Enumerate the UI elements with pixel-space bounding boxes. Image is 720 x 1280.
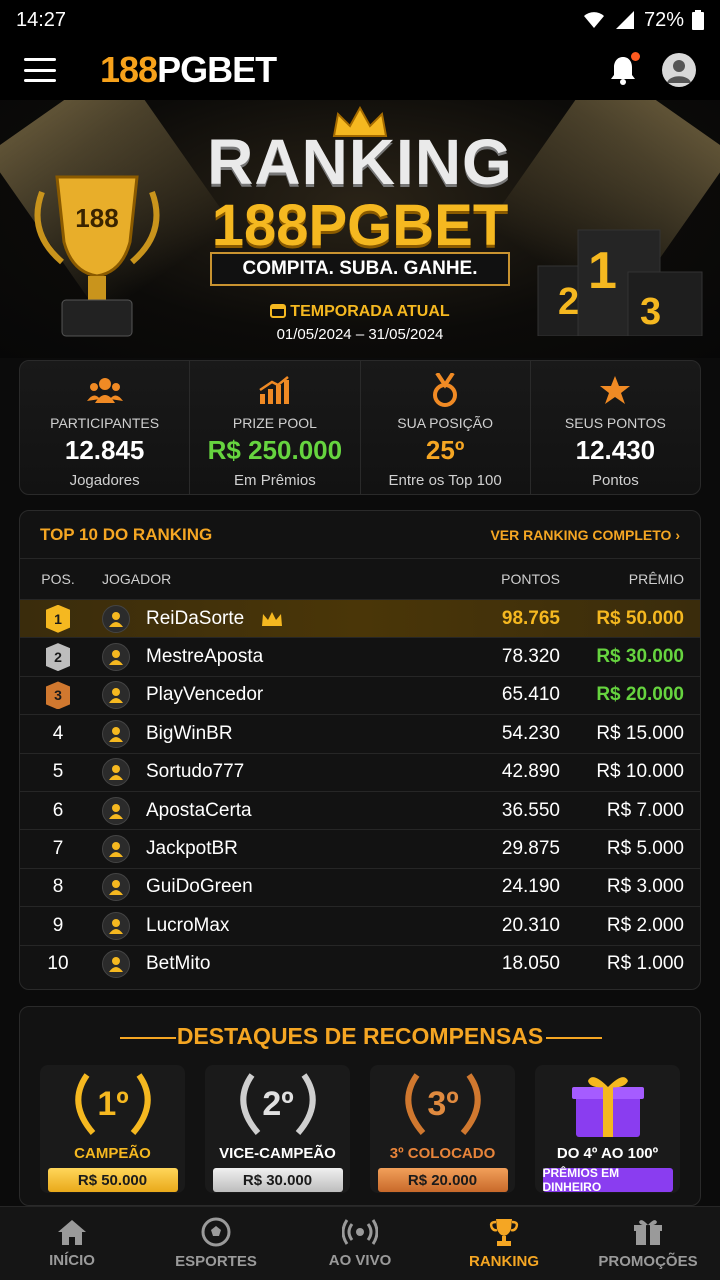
table-row[interactable]: 7 JackpotBR 29.875 R$ 5.000 (20, 829, 700, 867)
ranking-header: TOP 10 DO RANKING VER RANKING COMPLETO › (20, 511, 700, 559)
ranking-table: TOP 10 DO RANKING VER RANKING COMPLETO ›… (19, 510, 701, 990)
status-time: 14:27 (16, 8, 67, 31)
gift-box-icon (571, 1077, 644, 1137)
status-icons: 72% (582, 9, 704, 32)
chevron-right-icon: › (675, 526, 680, 543)
reward-card-first[interactable]: 1º CAMPEÃO R$ 50.000 (40, 1065, 185, 1193)
home-icon (58, 1220, 86, 1245)
table-row[interactable]: 8 GuiDoGreen 24.190 R$ 3.000 (20, 867, 700, 906)
reward-card-rest[interactable]: DO 4º AO 100º PRÊMIOS EM DINHEIRO (535, 1065, 680, 1194)
battery-percent: 72% (643, 8, 684, 31)
bronze-medal-icon: 3 (46, 681, 70, 710)
notification-dot (631, 52, 640, 61)
svg-text:188: 188 (75, 203, 118, 233)
svg-text:1: 1 (588, 242, 617, 300)
nav-promotions[interactable]: PROMOÇÕES (576, 1207, 720, 1280)
logo[interactable]: 188PGBET (100, 49, 277, 91)
svg-text:1º: 1º (97, 1085, 128, 1123)
calendar-icon (270, 304, 287, 318)
stat-prize-pool: PRIZE POOL R$ 250.000 Em Prêmios (190, 361, 361, 494)
player-avatar-icon (102, 758, 130, 787)
table-row[interactable]: 10 BetMito 18.050 R$ 1.000 (20, 944, 700, 983)
medal-icon (433, 373, 458, 407)
svg-text:3: 3 (640, 291, 661, 333)
player-avatar-icon (102, 835, 130, 864)
user-avatar-icon[interactable] (662, 53, 696, 87)
podium-icon: 2 1 3 (537, 229, 703, 336)
hero-slogan: COMPITA. SUBA. GANHE. (210, 252, 510, 286)
laurel-bronze-icon: 3º (404, 1073, 481, 1135)
live-icon (342, 1219, 378, 1245)
view-full-ranking-link[interactable]: VER RANKING COMPLETO › (490, 527, 680, 543)
svg-text:2: 2 (558, 281, 579, 323)
reward-card-second[interactable]: 2º VICE-CAMPEÃO R$ 30.000 (205, 1065, 350, 1193)
bottom-navigation: INÍCIO ESPORTES AO VIVO RANKING PROMOÇÕE… (0, 1206, 720, 1280)
stat-your-points: SEUS PONTOS 12.430 Pontos (531, 361, 700, 494)
star-icon (600, 376, 631, 404)
gift-icon (634, 1220, 662, 1245)
nav-ranking[interactable]: RANKING (432, 1207, 576, 1280)
svg-text:2º: 2º (262, 1085, 293, 1123)
player-avatar-icon (102, 950, 130, 979)
nav-sports[interactable]: ESPORTES (144, 1207, 288, 1280)
signal-icon (615, 11, 634, 29)
table-row[interactable]: 9 LucroMax 20.310 R$ 2.000 (20, 906, 700, 944)
player-avatar-icon (102, 604, 130, 633)
player-avatar-icon (102, 873, 130, 902)
table-row[interactable]: 2 MestreAposta 78.320 R$ 30.000 (20, 637, 700, 675)
player-avatar-icon (102, 643, 130, 672)
player-avatar-icon (102, 719, 130, 748)
svg-text:3º: 3º (427, 1085, 458, 1123)
gold-medal-icon: 1 (46, 604, 70, 633)
player-avatar-icon (102, 681, 130, 710)
player-avatar-icon (102, 796, 130, 825)
stat-your-position: SUA POSIÇÃO 25º Entre os Top 100 (361, 361, 531, 494)
laurel-silver-icon: 2º (239, 1073, 316, 1135)
chart-icon (259, 376, 289, 404)
reward-card-third[interactable]: 3º 3º COLOCADO R$ 20.000 (370, 1065, 515, 1193)
laurel-gold-icon: 1º (74, 1073, 151, 1135)
nav-home[interactable]: INÍCIO (0, 1207, 144, 1280)
trophy-icon: 188 (34, 175, 160, 337)
player-avatar-icon (102, 911, 130, 940)
battery-icon (692, 10, 704, 30)
table-row[interactable]: 1 ReiDaSorte 98.765 R$ 50.000 (20, 599, 700, 638)
silver-medal-icon: 2 (46, 643, 70, 672)
notification-bell-icon[interactable] (608, 52, 640, 86)
ranking-hero-banner: RANKING 188PGBET COMPITA. SUBA. GANHE. T… (0, 100, 720, 358)
table-header: POS. JOGADOR PONTOS PRÊMIO (41, 571, 684, 587)
nav-live[interactable]: AO VIVO (288, 1207, 432, 1280)
soccer-ball-icon (201, 1217, 231, 1247)
trophy-icon (489, 1219, 519, 1246)
ranking-title: TOP 10 DO RANKING (40, 524, 213, 544)
menu-icon[interactable] (24, 58, 56, 82)
rewards-highlights: DESTAQUES DE RECOMPENSAS 1º CAMPEÃO R$ 5… (19, 1006, 701, 1206)
app-bar: 188PGBET (0, 40, 720, 100)
table-row[interactable]: 4 BigWinBR 54.230 R$ 15.000 (20, 714, 700, 752)
people-icon (86, 378, 123, 403)
table-row[interactable]: 6 ApostaCerta 36.550 R$ 7.000 (20, 790, 700, 829)
wifi-icon (583, 12, 604, 28)
status-bar: 14:27 72% (0, 0, 720, 40)
table-row[interactable]: 3 PlayVencedor 65.410 R$ 20.000 (20, 675, 700, 714)
crown-icon (262, 611, 283, 626)
rewards-title: DESTAQUES DE RECOMPENSAS (176, 1023, 544, 1049)
stat-participants: PARTICIPANTES 12.845 Jogadores (20, 361, 191, 494)
table-row[interactable]: 5 Sortudo777 42.890 R$ 10.000 (20, 752, 700, 791)
stats-card: PARTICIPANTES 12.845 Jogadores PRIZE POO… (19, 360, 701, 495)
